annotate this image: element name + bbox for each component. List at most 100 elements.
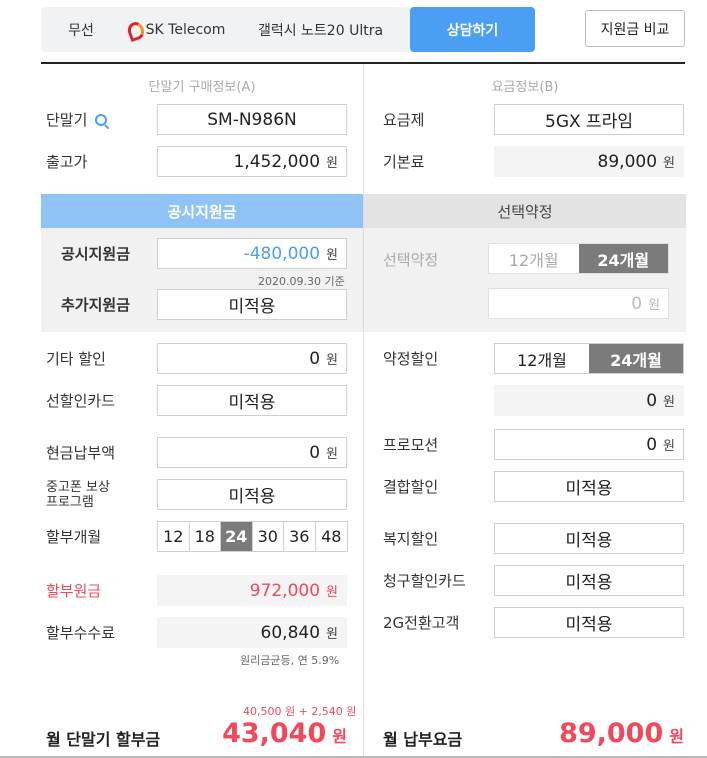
selective-12-months[interactable]: 12개월 [489, 244, 579, 273]
won-unit: 원 [669, 727, 684, 746]
selective-contract-label: 선택약정 [383, 251, 439, 269]
public-subsidy-field: -480,000 원 [157, 238, 347, 269]
search-icon[interactable] [95, 113, 109, 128]
installment-principal-value: 972,000 [249, 580, 321, 601]
release-price-value: 1,452,000 [233, 151, 321, 172]
installment-months-selector: 12 18 24 30 36 48 [157, 521, 348, 552]
subsidy-date-note: 2020.09.30 기준 [258, 275, 345, 288]
bundle-discount-field[interactable]: 미적용 [494, 471, 684, 502]
selective-contract-field: 0원 [488, 288, 669, 319]
plan-field[interactable]: 5GX 프라임 [494, 104, 684, 135]
contract-discount-toggle: 12개월 24개월 [494, 343, 684, 374]
won-unit: 원 [326, 447, 338, 462]
welfare-discount-field[interactable]: 미적용 [494, 523, 684, 554]
won-unit: 원 [326, 156, 338, 171]
used-phone-label-line1: 중고폰 보상 [46, 480, 110, 495]
base-fee-field: 89,000 원 [494, 146, 684, 177]
base-fee-label: 기본료 [383, 153, 425, 171]
installment-principal-label: 할부원금 [46, 582, 102, 600]
public-subsidy-label: 공시지원금 [61, 245, 131, 263]
filter-model[interactable]: 갤럭시 노트20 Ultra [231, 7, 410, 52]
installment-months-label: 할부개월 [46, 528, 102, 546]
promotion-field[interactable]: 0원 [494, 429, 684, 460]
won-unit: 원 [326, 627, 338, 642]
won-unit: 원 [663, 439, 675, 454]
device-model-field[interactable]: SM-N986N [157, 104, 347, 135]
installment-fee-note: 원리금균등, 연 5.9% [240, 654, 340, 667]
plan-label: 요금제 [383, 111, 425, 129]
installment-fee-field: 60,840 원 [157, 617, 347, 648]
used-phone-label-line2: 프로그램 [46, 495, 94, 510]
bill-card-field[interactable]: 미적용 [494, 565, 684, 596]
months-option-24[interactable]: 24 [221, 522, 253, 551]
column-divider [363, 64, 364, 758]
contract-discount-field: 0원 [494, 385, 684, 416]
release-price-label: 출고가 [46, 153, 88, 171]
bill-card-label: 청구할인카드 [383, 572, 466, 590]
selective-contract-value: 0 [631, 293, 643, 314]
compare-subsidy-button[interactable]: 지원금 비교 [585, 10, 685, 47]
filter-carrier-label: SK Telecom [145, 21, 226, 38]
contract-24-months[interactable]: 24개월 [589, 344, 683, 373]
consult-button[interactable]: 상담하기 [410, 7, 535, 52]
filter-wireless[interactable]: 무선 [41, 7, 121, 52]
months-option-30[interactable]: 30 [253, 522, 284, 551]
subsidy-band: 공시지원금 [41, 194, 363, 228]
selective-contract-band: 선택약정 [364, 194, 686, 228]
used-phone-field[interactable]: 미적용 [157, 479, 347, 510]
installment-principal-field: 972,000 원 [157, 575, 347, 606]
filter-carrier[interactable]: SK Telecom [121, 7, 231, 52]
contract-12-months[interactable]: 12개월 [495, 344, 589, 373]
extra-subsidy-field[interactable]: 미적용 [157, 289, 347, 320]
other-discount-field[interactable]: 0원 [157, 343, 347, 374]
promotion-label: 프로모션 [383, 436, 439, 454]
sk-logo-icon [127, 22, 141, 38]
won-unit: 원 [663, 395, 675, 410]
monthly-breakdown-note: 40,500 원 + 2,540 원 [243, 705, 357, 718]
months-option-18[interactable]: 18 [190, 522, 221, 551]
monthly-plan-label: 월 납부요금 [383, 730, 463, 749]
won-unit: 원 [326, 353, 338, 368]
won-unit: 원 [663, 156, 675, 171]
device-label-text: 단말기 [46, 111, 88, 129]
prepaid-card-field[interactable]: 미적용 [157, 385, 347, 416]
monthly-device-total: 43,040 원 [222, 718, 347, 749]
device-label: 단말기 [46, 109, 109, 130]
base-fee-value: 89,000 [597, 151, 658, 172]
months-option-12[interactable]: 12 [158, 522, 190, 551]
months-option-36[interactable]: 36 [284, 522, 316, 551]
filter-bar: 무선 SK Telecom 갤럭시 노트20 Ultra 상담하기 [41, 7, 535, 52]
won-unit: 원 [326, 585, 338, 600]
welfare-discount-label: 복지할인 [383, 530, 439, 548]
installment-fee-value: 60,840 [260, 622, 321, 643]
contract-discount-value: 0 [646, 390, 658, 411]
selective-24-months[interactable]: 24개월 [578, 244, 668, 273]
2g-switch-label: 2G전환고객 [383, 614, 460, 632]
public-subsidy-value: -480,000 [243, 243, 321, 264]
extra-subsidy-label: 추가지원금 [61, 296, 131, 314]
won-unit: 원 [326, 248, 338, 263]
months-option-48[interactable]: 48 [316, 522, 348, 551]
cash-payment-field[interactable]: 0원 [157, 437, 347, 468]
plan-info-header: 요금정보(B) [491, 80, 559, 95]
contract-discount-label: 약정할인 [383, 350, 439, 368]
selective-contract-toggle: 12개월 24개월 [488, 243, 669, 274]
bundle-discount-label: 결합할인 [383, 478, 439, 496]
device-purchase-header: 단말기 구매정보(A) [148, 80, 256, 95]
cash-payment-value: 0 [309, 442, 321, 463]
release-price-field: 1,452,000 원 [157, 146, 347, 177]
promotion-value: 0 [646, 434, 658, 455]
monthly-device-label: 월 단말기 할부금 [46, 730, 161, 749]
used-phone-label: 중고폰 보상 프로그램 [46, 480, 110, 510]
cash-payment-label: 현금납부액 [46, 444, 116, 462]
2g-switch-field[interactable]: 미적용 [494, 607, 684, 638]
other-discount-label: 기타 할인 [46, 350, 106, 368]
other-discount-value: 0 [309, 348, 321, 369]
monthly-plan-total: 89,000 원 [559, 718, 684, 749]
monthly-device-value: 43,040 [222, 718, 327, 749]
won-unit: 원 [648, 298, 660, 313]
won-unit: 원 [332, 727, 347, 746]
prepaid-card-label: 선할인카드 [46, 392, 116, 410]
installment-fee-label: 할부수수료 [46, 624, 116, 642]
monthly-plan-value: 89,000 [559, 718, 664, 749]
